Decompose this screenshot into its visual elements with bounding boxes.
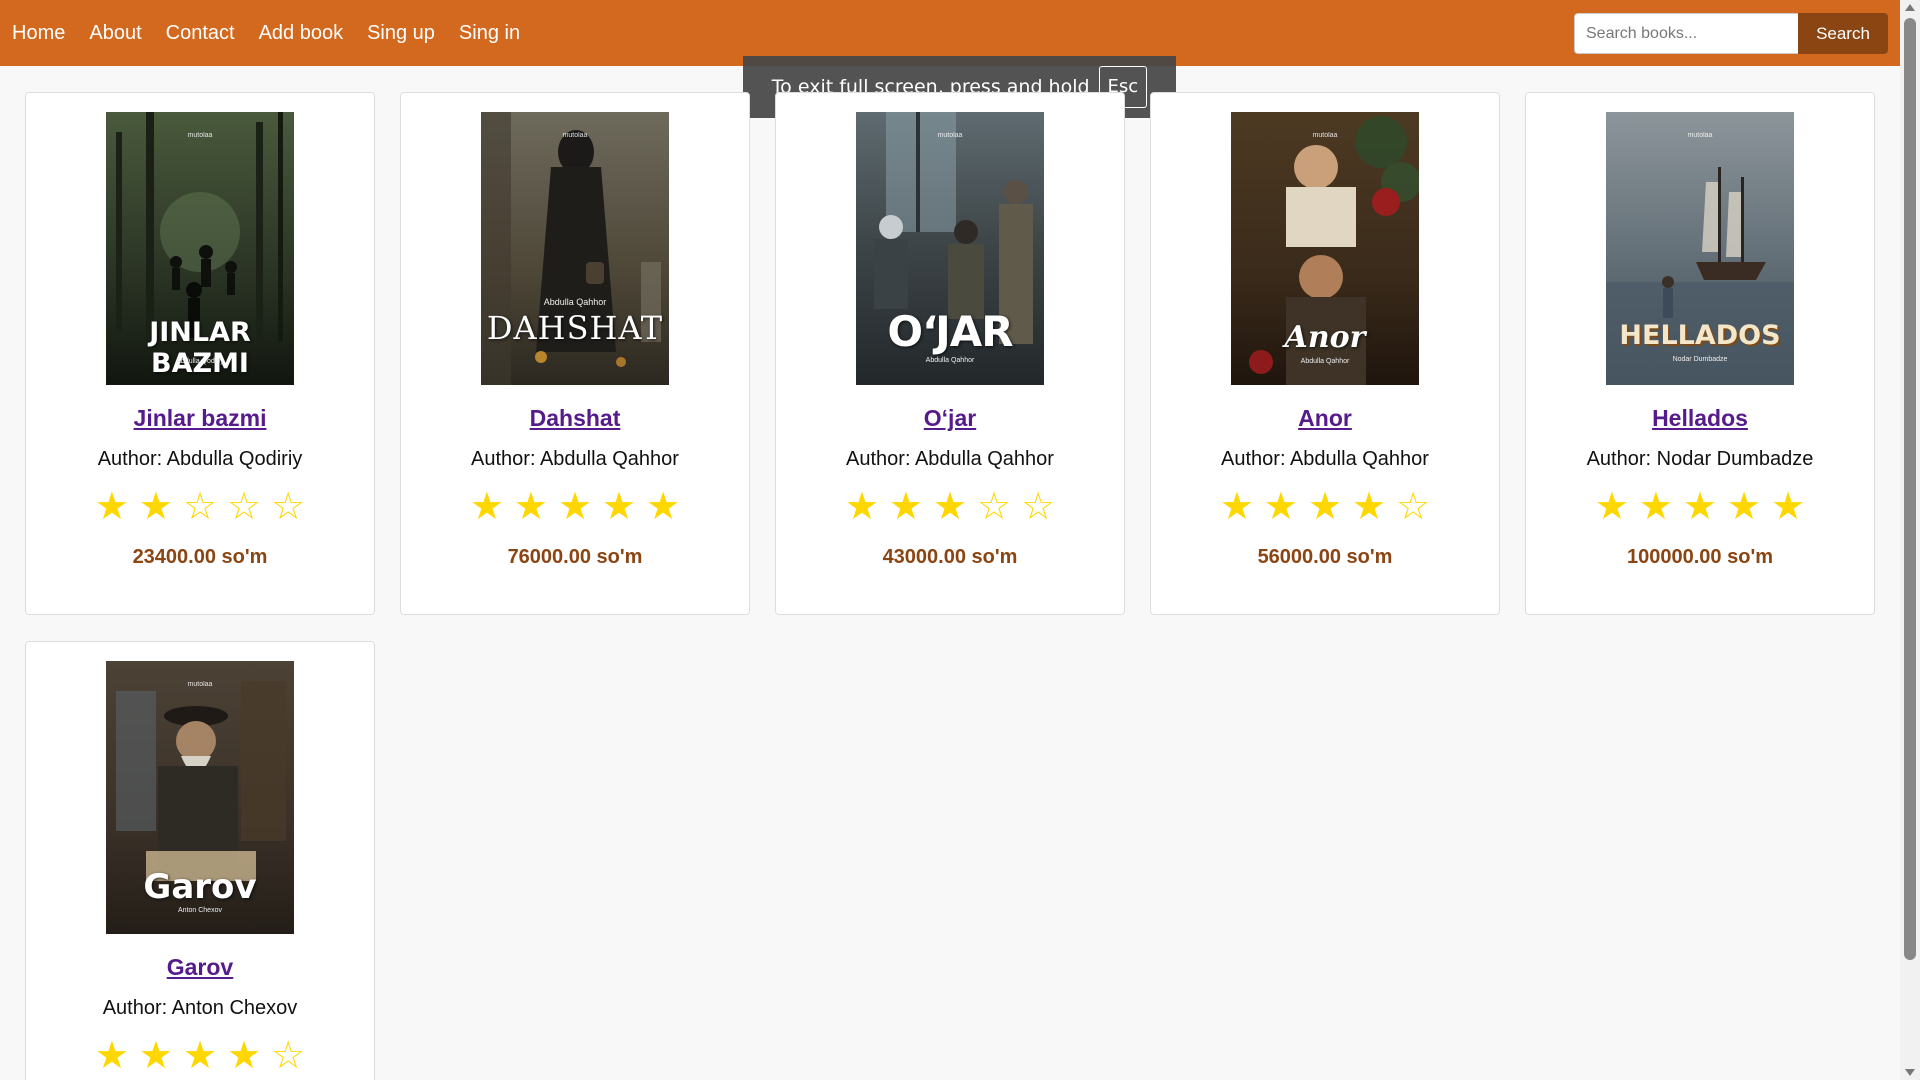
book-cover-image[interactable]: mutolaa JINLAR BAZMI Abdulla Qodiriy xyxy=(106,112,294,385)
book-card: mutolaa HELLADOS Nodar Dumbadze Hellados… xyxy=(1525,92,1875,615)
rating-stars: ★★☆☆☆ xyxy=(94,484,316,528)
publisher-logo: mutolaa xyxy=(1312,132,1338,139)
scroll-up-arrow-icon[interactable] xyxy=(1905,4,1915,11)
cover-title: JINLAR BAZMI xyxy=(149,317,251,379)
cover-title: O‘JAR xyxy=(887,307,1013,356)
cover-title: HELLADOS xyxy=(1619,320,1781,351)
cover-title: Anor xyxy=(1284,320,1366,355)
book-price: 100000.00 so'm xyxy=(1627,546,1773,568)
book-author: Author: Abdulla Qahhor xyxy=(1221,448,1429,470)
scroll-down-arrow-icon[interactable] xyxy=(1905,1069,1915,1076)
book-card: mutolaa JINLAR BAZMI Abdulla Qodiriy Jin… xyxy=(25,92,375,615)
cover-title: DAHSHAT xyxy=(486,309,664,347)
cover-title: Garov xyxy=(143,867,257,907)
book-author: Author: Abdulla Qodiriy xyxy=(97,448,303,470)
publisher-logo: mutolaa xyxy=(187,132,213,139)
cover-author: Abdulla Qodiriy xyxy=(176,358,224,365)
book-title-link[interactable]: Jinlar bazmi xyxy=(26,404,374,432)
book-cover-image[interactable]: mutolaa Abdulla Qahhor DAHSHAT xyxy=(481,112,669,385)
nav-home-link[interactable]: Home xyxy=(0,0,77,66)
publisher-logo: mutolaa xyxy=(187,681,213,688)
book-title-link[interactable]: Anor xyxy=(1151,404,1499,432)
book-author: Author: Abdulla Qahhor xyxy=(471,448,679,470)
rating-stars: ★★★★☆ xyxy=(94,1033,316,1077)
search-input[interactable] xyxy=(1574,13,1798,54)
cover-author: Nodar Dumbadze xyxy=(1672,356,1728,363)
rating-stars: ★★★★☆ xyxy=(1219,484,1441,528)
book-cover-image[interactable]: mutolaa HELLADOS Nodar Dumbadze xyxy=(1606,112,1794,385)
nav-about-link[interactable]: About xyxy=(77,0,153,66)
search-button[interactable]: Search xyxy=(1798,13,1888,54)
publisher-logo: mutolaa xyxy=(562,132,588,139)
book-card: mutolaa Abdulla Qahhor DAHSHAT Dahshat A… xyxy=(400,92,750,615)
book-card: mutolaa Garov Anton Chexov Garov Author:… xyxy=(25,641,375,1080)
book-price: 56000.00 so'm xyxy=(1257,546,1393,568)
nav-add-book-link[interactable]: Add book xyxy=(247,0,356,66)
book-card: mutolaa O‘JAR Abdulla Qahhor O‘jar Autho… xyxy=(775,92,1125,615)
cover-author: Abdulla Qahhor xyxy=(543,297,607,307)
book-cover-image[interactable]: mutolaa O‘JAR Abdulla Qahhor xyxy=(856,112,1044,385)
book-title-link[interactable]: Garov xyxy=(26,953,374,981)
book-title-link[interactable]: Hellados xyxy=(1526,404,1874,432)
rating-stars: ★★★☆☆ xyxy=(844,484,1066,528)
rating-stars: ★★★★★ xyxy=(1594,484,1816,528)
cover-author: Anton Chexov xyxy=(178,907,222,914)
nav-contact-link[interactable]: Contact xyxy=(154,0,247,66)
cover-author: Abdulla Qahhor xyxy=(1300,358,1350,365)
scrollbar-thumb[interactable] xyxy=(1904,18,1916,960)
book-author: Author: Anton Chexov xyxy=(102,997,298,1019)
book-cover-image[interactable]: mutolaa Anor Abdulla Qahhor xyxy=(1231,112,1419,385)
publisher-logo: mutolaa xyxy=(937,132,963,139)
book-author: Author: Abdulla Qahhor xyxy=(846,448,1054,470)
book-price: 43000.00 so'm xyxy=(882,546,1018,568)
book-price: 23400.00 so'm xyxy=(132,546,268,568)
page-scrollbar[interactable] xyxy=(1900,0,1920,1080)
publisher-logo: mutolaa xyxy=(1687,132,1713,139)
book-card: mutolaa Anor Abdulla Qahhor Anor Author:… xyxy=(1150,92,1500,615)
rating-stars: ★★★★★ xyxy=(469,484,691,528)
search-form: Search xyxy=(1574,13,1888,54)
nav-sign-up-link[interactable]: Sing up xyxy=(355,0,447,66)
book-title-link[interactable]: O‘jar xyxy=(776,404,1124,432)
nav-sign-in-link[interactable]: Sing in xyxy=(447,0,532,66)
cover-author: Abdulla Qahhor xyxy=(925,357,975,364)
book-cover-image[interactable]: mutolaa Garov Anton Chexov xyxy=(106,661,294,934)
book-price: 76000.00 so'm xyxy=(507,546,643,568)
book-title-link[interactable]: Dahshat xyxy=(401,404,749,432)
book-author: Author: Nodar Dumbadze xyxy=(1586,448,1814,470)
